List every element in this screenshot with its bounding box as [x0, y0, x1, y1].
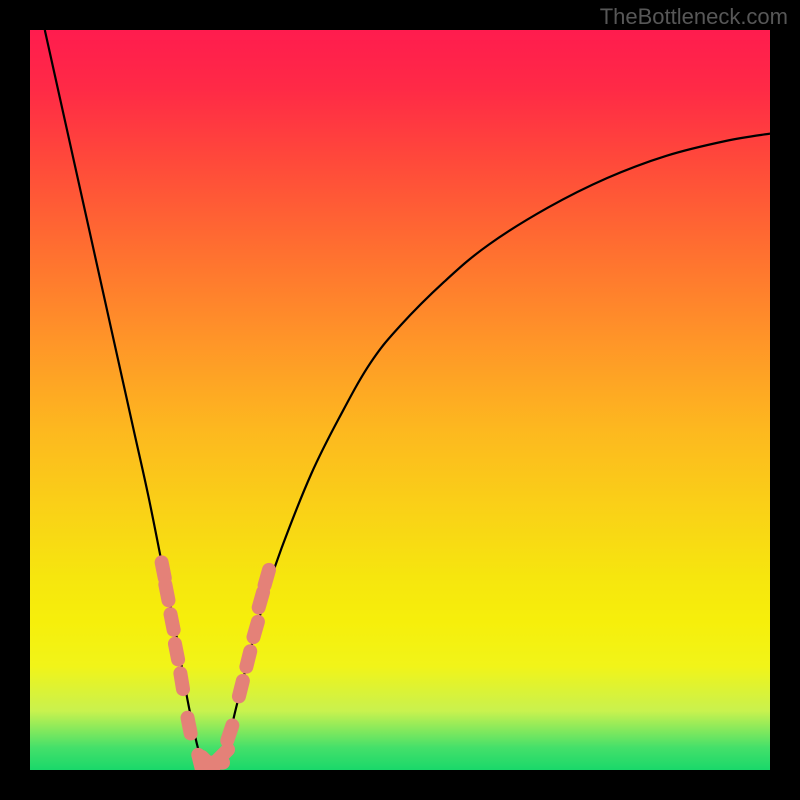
- marker-group: [153, 554, 277, 770]
- curve-marker: [162, 606, 182, 638]
- bottleneck-curve: [45, 30, 770, 764]
- curve-marker: [245, 613, 267, 646]
- chart-svg: [30, 30, 770, 770]
- curve-marker: [218, 717, 241, 750]
- curve-marker: [256, 561, 278, 594]
- curve-marker: [179, 710, 199, 742]
- curve-marker: [238, 643, 259, 675]
- curve-marker: [172, 665, 191, 697]
- curve-marker: [167, 636, 187, 668]
- outer-frame: TheBottleneck.com: [0, 0, 800, 800]
- curve-marker: [157, 576, 177, 608]
- curve-marker: [230, 672, 251, 704]
- plot-area: [30, 30, 770, 770]
- watermark-text: TheBottleneck.com: [600, 4, 788, 30]
